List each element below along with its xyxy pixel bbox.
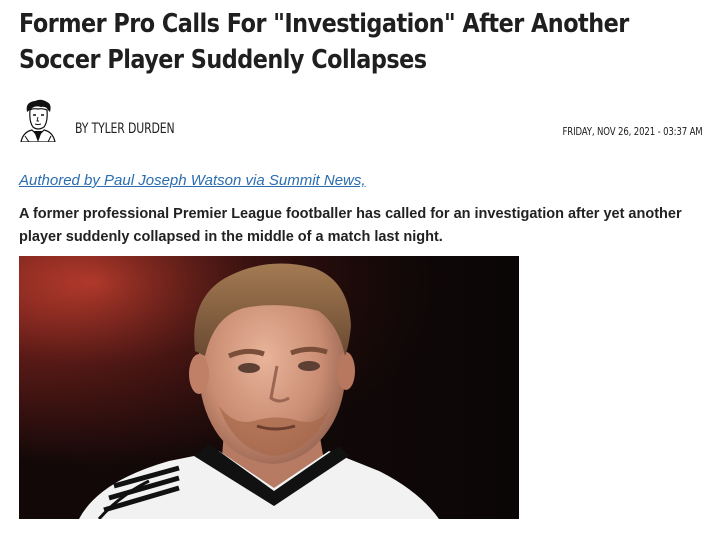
article-lead: A former professional Premier League foo… xyxy=(19,206,682,245)
article-headline: Former Pro Calls For "Investigation" Aft… xyxy=(19,9,629,75)
publish-date: FRIDAY, NOV 26, 2021 - 03:37 AM xyxy=(562,125,703,138)
author-byline[interactable]: BY TYLER DURDEN xyxy=(75,121,175,137)
article-photo xyxy=(19,256,519,519)
author-avatar[interactable] xyxy=(19,98,57,142)
source-link[interactable]: Authored by Paul Joseph Watson via Summi… xyxy=(19,172,366,189)
byline-row: BY TYLER DURDEN FRIDAY, NOV 26, 2021 - 0… xyxy=(19,98,703,142)
